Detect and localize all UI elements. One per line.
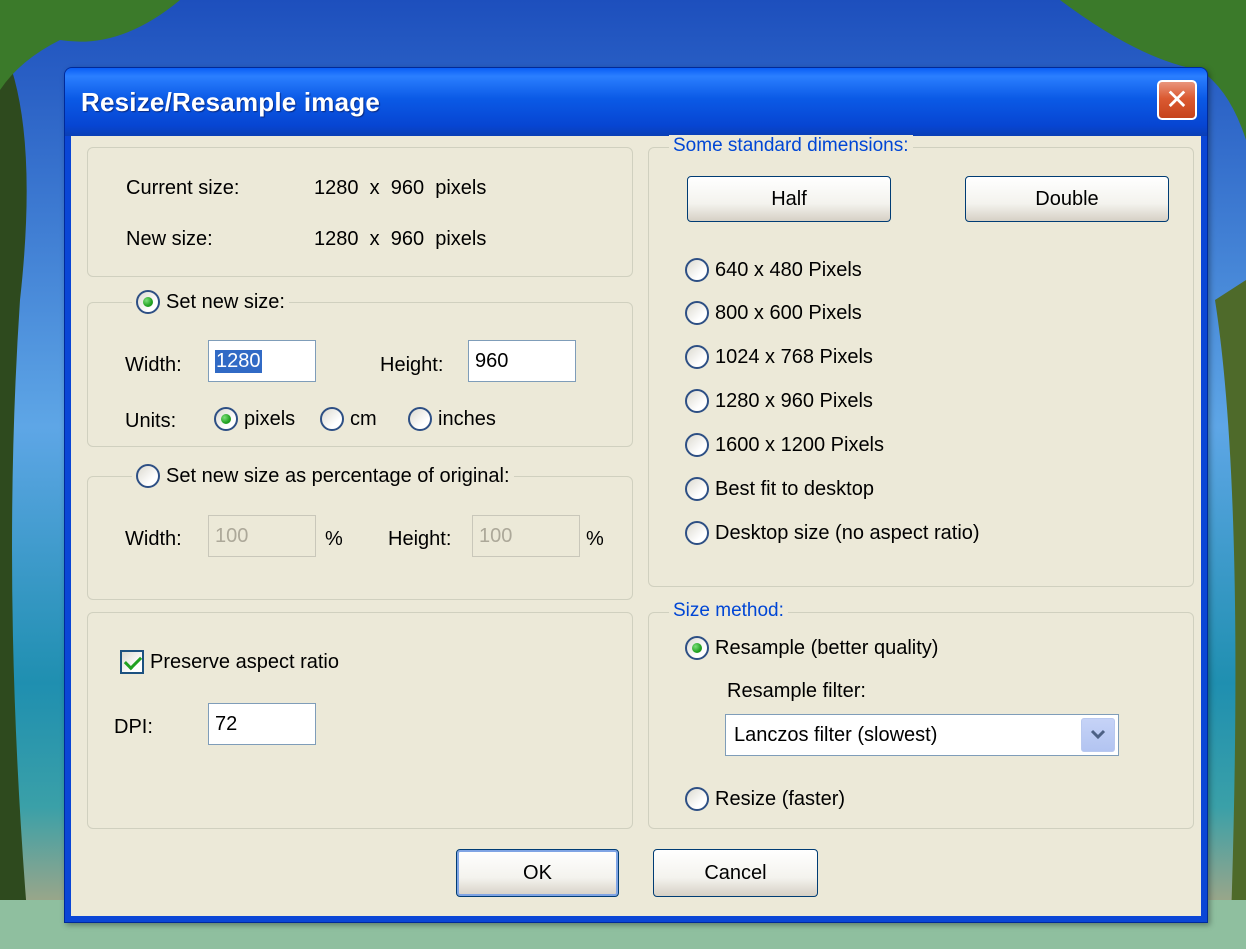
new-size-value: 1280 x 960 pixels <box>314 228 487 250</box>
units-pixels-radio[interactable] <box>214 407 238 431</box>
height-input[interactable]: 960 <box>468 340 576 382</box>
percentage-group: Set new size as percentage of original: … <box>87 464 633 600</box>
dimension-option-best-fit[interactable]: Best fit to desktop <box>685 477 874 501</box>
width-input[interactable]: 1280 <box>208 340 316 382</box>
units-cm-label: cm <box>350 407 377 430</box>
resize-option[interactable]: Resize (faster) <box>685 787 845 811</box>
cancel-button-label: Cancel <box>704 861 767 884</box>
percentage-legend: Set new size as percentage of original: <box>132 464 514 488</box>
resample-filter-value: Lanczos filter (slowest) <box>734 724 938 746</box>
cancel-button[interactable]: Cancel <box>653 849 818 897</box>
size-method-legend: Size method: <box>669 600 788 622</box>
ok-button-label: OK <box>523 861 552 884</box>
dimension-radio-best-fit[interactable] <box>685 477 709 501</box>
double-button[interactable]: Double <box>965 176 1169 222</box>
half-button-label: Half <box>771 187 807 210</box>
dimension-label-800: 800 x 600 Pixels <box>715 301 862 324</box>
dimension-option-1280[interactable]: 1280 x 960 Pixels <box>685 389 873 413</box>
width-label: Width: <box>125 354 182 376</box>
dimension-label-desktop: Desktop size (no aspect ratio) <box>715 521 980 544</box>
preserve-aspect-option[interactable]: Preserve aspect ratio <box>120 650 339 674</box>
units-label: Units: <box>125 410 177 432</box>
resize-dialog: Resize/Resample image ✕ Current size: 12… <box>64 67 1208 923</box>
set-new-size-label: Set new size: <box>166 290 285 313</box>
dimension-radio-1280[interactable] <box>685 389 709 413</box>
units-inches-radio[interactable] <box>408 407 432 431</box>
dimension-option-800[interactable]: 800 x 600 Pixels <box>685 301 862 325</box>
dimension-label-1280: 1280 x 960 Pixels <box>715 389 873 412</box>
resize-radio[interactable] <box>685 787 709 811</box>
dimension-option-1600[interactable]: 1600 x 1200 Pixels <box>685 433 884 457</box>
resample-filter-label: Resample filter: <box>727 680 866 702</box>
height-input-value: 960 <box>475 349 509 372</box>
standard-dimensions-legend: Some standard dimensions: <box>669 135 913 157</box>
dimension-option-1024[interactable]: 1024 x 768 Pixels <box>685 345 873 369</box>
current-size-value: 1280 x 960 pixels <box>314 177 487 199</box>
dpi-input-value: 72 <box>215 712 238 735</box>
dimension-label-1600: 1600 x 1200 Pixels <box>715 433 885 456</box>
set-new-size-legend: Set new size: <box>132 290 289 314</box>
dimension-label-best-fit: Best fit to desktop <box>715 477 874 500</box>
percentage-label: Set new size as percentage of original: <box>166 464 510 487</box>
dialog-client: Current size: 1280 x 960 pixels New size… <box>71 135 1201 916</box>
preserve-aspect-checkbox[interactable] <box>120 650 144 674</box>
resample-radio[interactable] <box>685 636 709 660</box>
percent-width-label: Width: <box>125 528 182 550</box>
dpi-label: DPI: <box>114 716 153 738</box>
close-button[interactable]: ✕ <box>1157 80 1197 120</box>
resample-label: Resample (better quality) <box>715 636 939 659</box>
units-pixels-label: pixels <box>244 407 296 430</box>
chevron-down-icon[interactable] <box>1081 718 1115 752</box>
half-button[interactable]: Half <box>687 176 891 222</box>
dimension-label-640: 640 x 480 Pixels <box>715 258 862 281</box>
ok-button[interactable]: OK <box>456 849 619 897</box>
aspect-group: Preserve aspect ratio DPI: 72 <box>87 612 633 829</box>
percent-width-input[interactable]: 100 <box>208 515 316 557</box>
size-method-group: Size method: Resample (better quality) R… <box>648 600 1194 829</box>
standard-dimensions-group: Some standard dimensions: Half Double 64… <box>648 135 1194 587</box>
size-info-group: Current size: 1280 x 960 pixels New size… <box>87 147 633 277</box>
units-inches-option[interactable]: inches <box>408 407 496 431</box>
dimension-radio-640[interactable] <box>685 258 709 282</box>
dimension-option-640[interactable]: 640 x 480 Pixels <box>685 258 862 282</box>
preserve-aspect-label: Preserve aspect ratio <box>150 650 339 673</box>
percentage-radio[interactable] <box>136 464 160 488</box>
percent-height-unit: % <box>586 528 604 550</box>
dimension-radio-1600[interactable] <box>685 433 709 457</box>
resample-filter-select[interactable]: Lanczos filter (slowest) <box>725 714 1119 756</box>
current-size-label: Current size: <box>126 177 240 199</box>
units-inches-label: inches <box>438 407 496 430</box>
width-input-value: 1280 <box>215 349 262 373</box>
units-pixels-option[interactable]: pixels <box>214 407 295 431</box>
resize-label: Resize (faster) <box>715 787 846 810</box>
dimension-label-1024: 1024 x 768 Pixels <box>715 345 873 368</box>
units-cm-option[interactable]: cm <box>320 407 377 431</box>
title-bar[interactable]: Resize/Resample image ✕ <box>65 68 1207 136</box>
resample-option[interactable]: Resample (better quality) <box>685 636 938 660</box>
set-new-size-group: Set new size: Width: 1280 Height: 960 Un… <box>87 290 633 447</box>
units-cm-radio[interactable] <box>320 407 344 431</box>
dimension-radio-1024[interactable] <box>685 345 709 369</box>
dimension-option-desktop[interactable]: Desktop size (no aspect ratio) <box>685 521 980 545</box>
set-new-size-radio[interactable] <box>136 290 160 314</box>
double-button-label: Double <box>1035 187 1099 210</box>
percent-width-value: 100 <box>215 524 249 547</box>
percent-height-input[interactable]: 100 <box>472 515 580 557</box>
close-icon: ✕ <box>1165 83 1189 116</box>
dimension-radio-desktop[interactable] <box>685 521 709 545</box>
dpi-input[interactable]: 72 <box>208 703 316 745</box>
new-size-label: New size: <box>126 228 213 250</box>
height-label: Height: <box>380 354 444 376</box>
percent-height-value: 100 <box>479 524 513 547</box>
percent-height-label: Height: <box>388 528 452 550</box>
dimension-radio-800[interactable] <box>685 301 709 325</box>
percent-width-unit: % <box>325 528 343 550</box>
dialog-title: Resize/Resample image <box>81 87 381 117</box>
